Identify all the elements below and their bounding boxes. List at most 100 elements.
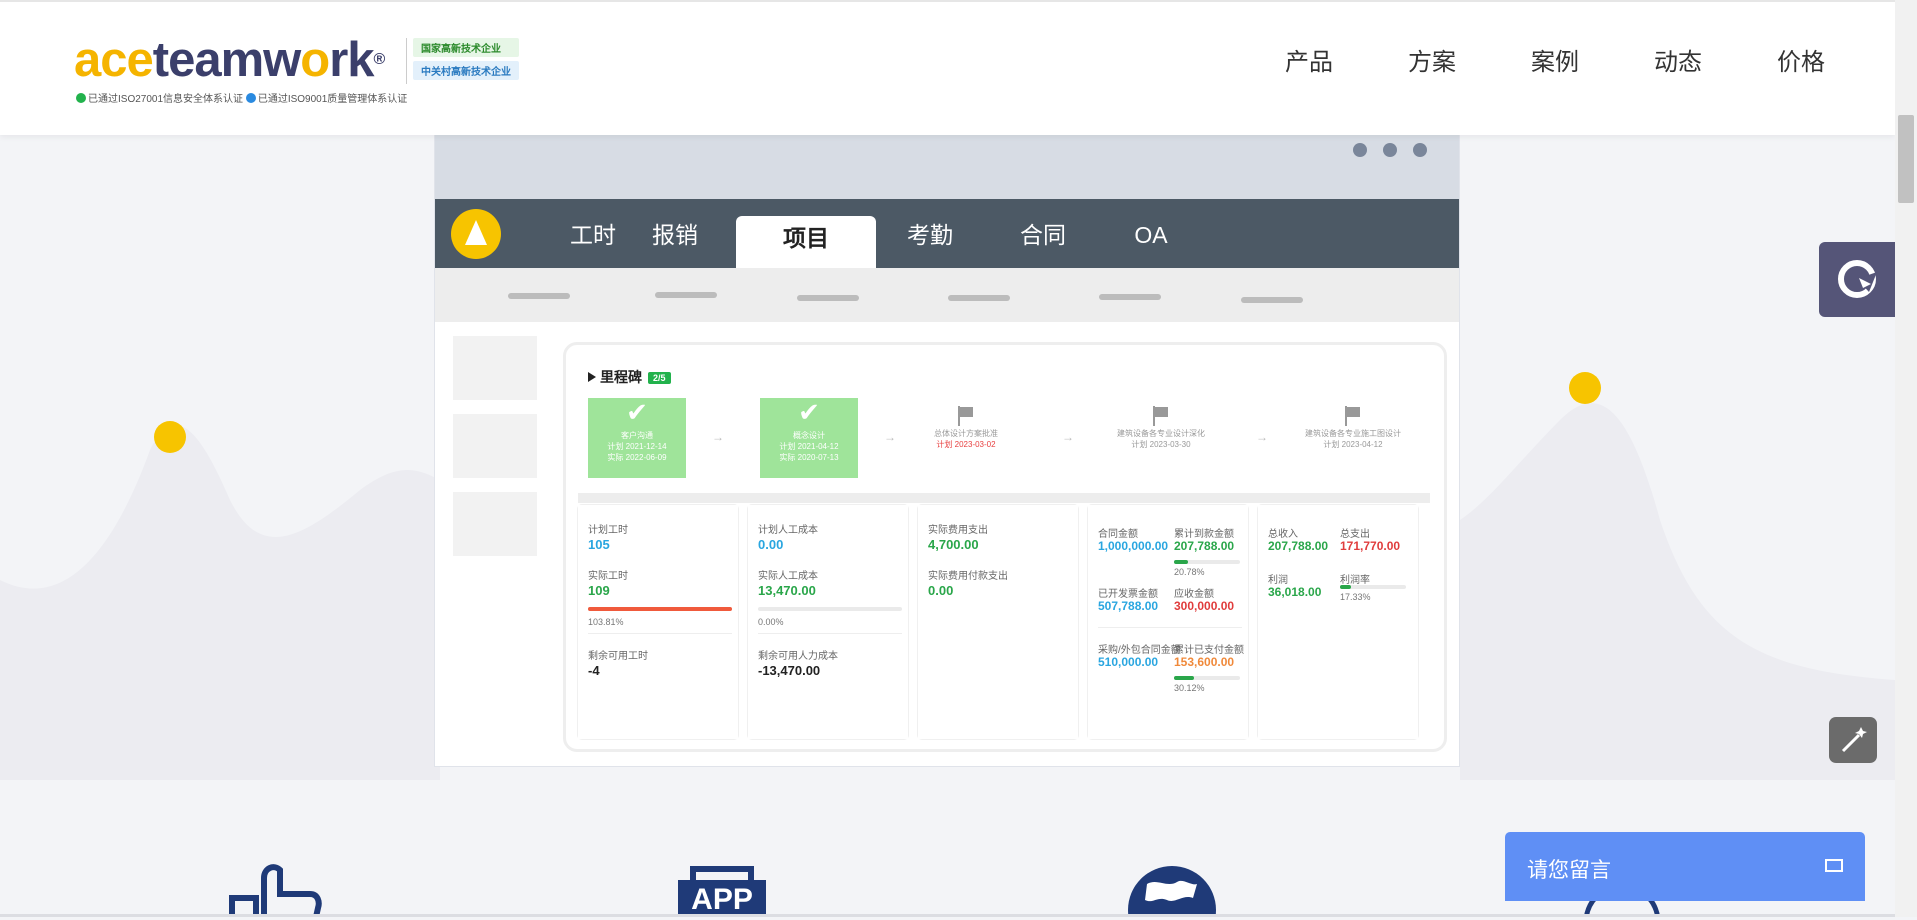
mock-tab-expense[interactable]: 报销 [635,199,715,268]
received-value: 207,788.00 [1174,539,1235,553]
actual-hours-value: 109 [588,583,610,598]
app-logo-icon [451,209,501,259]
expense-card: 实际费用支出 4,700.00 实际费用付款支出 0.00 [918,505,1078,739]
mock-tab-hours[interactable]: 工时 [553,199,633,268]
milestone-item[interactable]: ✔ 概念设计 计划 2021-04-12 实际 2020-07-13 [760,398,858,478]
milestone-item[interactable]: 建筑设备各专业施工图设计 计划 2023-04-12 [1278,398,1428,478]
milestone-item[interactable]: ✔ 客户沟通 计划 2021-12-14 实际 2022-06-09 [588,398,686,478]
actual-expense-label: 实际费用支出 [928,525,988,536]
subnav-placeholder [1241,297,1303,303]
mock-tab-oa[interactable]: OA [1111,199,1191,268]
milestone-title: 里程碑 2/5 [588,367,671,387]
actual-hours-label: 实际工时 [588,571,628,582]
logo-wordmark: aceteamwork® [74,33,385,87]
customer-service-button[interactable] [1819,242,1895,317]
profit-rate-percent: 17.33% [1340,592,1371,602]
divider [588,633,732,634]
remaining-labor-value: -13,470.00 [758,663,821,678]
planned-labor-label: 计划人工成本 [758,525,818,536]
check-icon: ✔ [798,397,820,427]
labor-percent: 0.00% [758,617,784,627]
contract-card: 合同金额 1,000,000.00 累计到款金额 207,788.00 20.7… [1088,505,1248,739]
received-progress-bar [1174,560,1240,564]
receivable-value: 300,000.00 [1174,599,1235,613]
paid-label: 累计已支付金额 [1174,645,1244,656]
remaining-hours-value: -4 [588,663,600,678]
globe-icon [1128,866,1216,917]
spend-value: 171,770.00 [1340,539,1401,553]
paid-percent: 30.12% [1174,683,1205,693]
flag-icon [588,372,596,382]
milestone-count-badge: 2/5 [648,372,671,384]
arrow-right-icon: → [884,430,896,444]
window-dot-icon [1353,143,1367,157]
mock-tab-contract[interactable]: 合同 [1003,199,1083,268]
subnav-placeholder [948,295,1010,301]
paid-expense-value: 0.00 [928,583,954,598]
paid-progress-bar [1174,676,1240,680]
maximize-icon[interactable] [1825,859,1843,872]
planned-hours-value: 105 [588,537,610,552]
refresh-headset-icon [1838,260,1877,298]
page-scrollbar[interactable] [1895,0,1917,917]
purchase-label: 采购/外包合同金额 [1098,645,1181,656]
remaining-hours-label: 剩余可用工时 [588,651,648,662]
subnav-placeholder [508,293,570,299]
badge-zhongguancun: 中关村高新技术企业 [413,61,519,80]
mock-tab-project[interactable]: 项目 [736,216,876,268]
flag-icon [1152,406,1170,426]
main-nav: 产品 方案 案例 动态 价格 [1210,42,1825,77]
invoiced-value: 507,788.00 [1098,599,1159,613]
flag-icon [957,406,975,426]
product-mockup: 工时 报销 项目 考勤 合同 OA 里程碑 2/5 ✔ 客户沟通 计划 2021-… [434,135,1460,767]
subnav-placeholder [797,295,859,301]
nav-pricing[interactable]: 价格 [1777,42,1825,77]
actual-expense-value: 4,700.00 [928,537,979,552]
arrow-right-icon: → [712,430,724,444]
planned-labor-value: 0.00 [758,537,784,552]
app-icon: APP [678,866,766,917]
subnav-placeholder [655,292,717,298]
milestone-item[interactable]: 建筑设备各专业设计深化 计划 2023-03-30 [1086,398,1236,478]
mock-tab-attendance[interactable]: 考勤 [890,199,970,268]
sidebar-placeholder [453,414,537,478]
profit-rate-bar [1340,585,1406,589]
labor-cost-card: 计划人工成本 0.00 实际人工成本 13,470.00 0.00% 剩余可用人… [748,505,908,739]
paid-value: 153,600.00 [1174,655,1235,669]
profit-value: 36,018.00 [1268,585,1322,599]
purchase-value: 510,000.00 [1098,655,1159,669]
milestone-item[interactable]: 总体设计方案批准 计划 2023-03-02 [906,398,1026,478]
hours-percent: 103.81% [588,617,624,627]
labor-progress-bar [758,607,902,611]
company-badges: 国家高新技术企业 中关村高新技术企业 [406,38,519,84]
actual-labor-label: 实际人工成本 [758,571,818,582]
income-value: 207,788.00 [1268,539,1329,553]
arrow-right-icon: → [1256,430,1268,444]
magic-wand-icon [1841,727,1867,753]
flag-icon [1344,406,1362,426]
magic-wand-button[interactable] [1829,717,1877,763]
nav-products[interactable]: 产品 [1285,42,1333,77]
cert-iso9001: 已通过ISO9001质量管理体系认证 [257,94,408,105]
sun-dot-right [1569,372,1601,404]
window-dot-icon [1413,143,1427,157]
divider [758,633,902,634]
spend-label: 总支出 [1340,529,1370,540]
sidebar-placeholder [453,492,537,556]
nav-cases[interactable]: 案例 [1531,42,1579,77]
scrollbar-thumb[interactable] [1898,115,1914,203]
invoiced-label: 已开发票金额 [1098,589,1158,600]
app-label: APP [678,880,766,917]
leave-message-widget[interactable]: 请您留言 [1505,832,1865,901]
site-header: aceteamwork® 国家高新技术企业 中关村高新技术企业 已通过ISO27… [0,0,1895,135]
paid-expense-label: 实际费用付款支出 [928,571,1008,582]
nav-news[interactable]: 动态 [1654,42,1702,77]
company-logo[interactable]: aceteamwork® 国家高新技术企业 中关村高新技术企业 已通过ISO27… [74,34,534,106]
certifications: 已通过ISO27001信息安全体系认证 已通过ISO9001质量管理体系认证 [76,90,407,105]
hours-card: 计划工时 105 实际工时 109 103.81% 剩余可用工时 -4 [578,505,738,739]
nav-solutions[interactable]: 方案 [1408,42,1456,77]
profit-rate-label: 利润率 [1340,575,1370,586]
chat-label: 请您留言 [1527,859,1611,882]
thumbs-up-icon [229,864,322,917]
actual-labor-value: 13,470.00 [758,583,816,598]
